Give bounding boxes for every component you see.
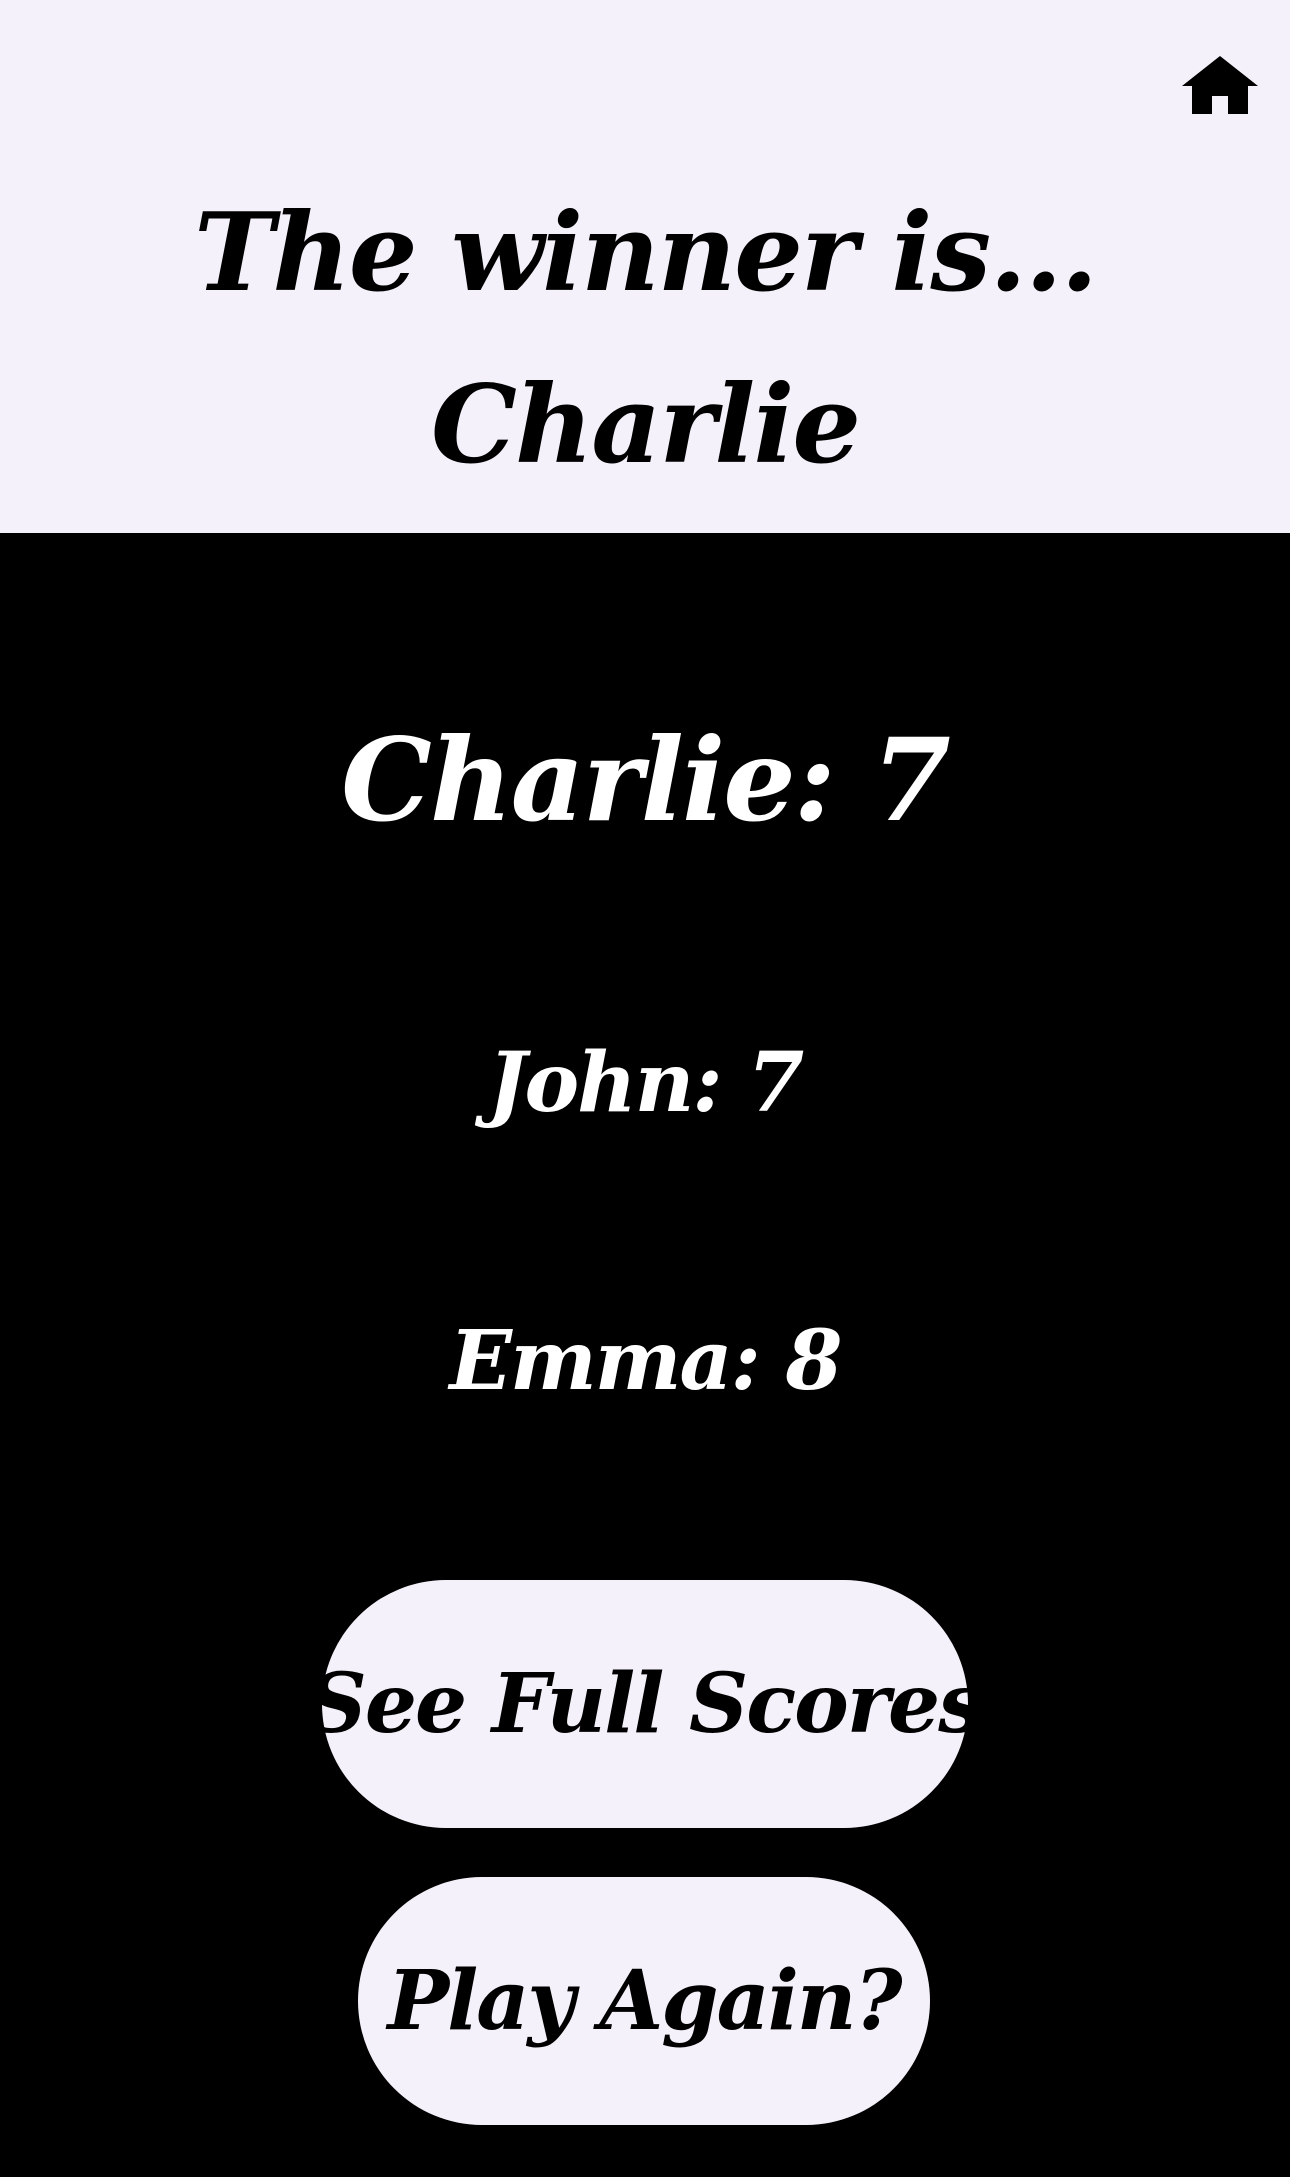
- score-item-winner: Charlie: 7: [341, 713, 951, 847]
- home-button[interactable]: [1180, 52, 1260, 118]
- play-again-button[interactable]: Play Again?: [358, 1877, 930, 2125]
- winner-header: The winner is... Charlie: [0, 0, 1290, 533]
- see-full-scores-button[interactable]: See Full Scores: [308, 1580, 984, 1828]
- winner-title: The winner is...: [193, 190, 1098, 316]
- winner-name: Charlie: [430, 362, 861, 488]
- home-icon: [1182, 56, 1258, 114]
- score-item: Emma: 8: [449, 1313, 842, 1409]
- score-item: John: 7: [487, 1035, 805, 1131]
